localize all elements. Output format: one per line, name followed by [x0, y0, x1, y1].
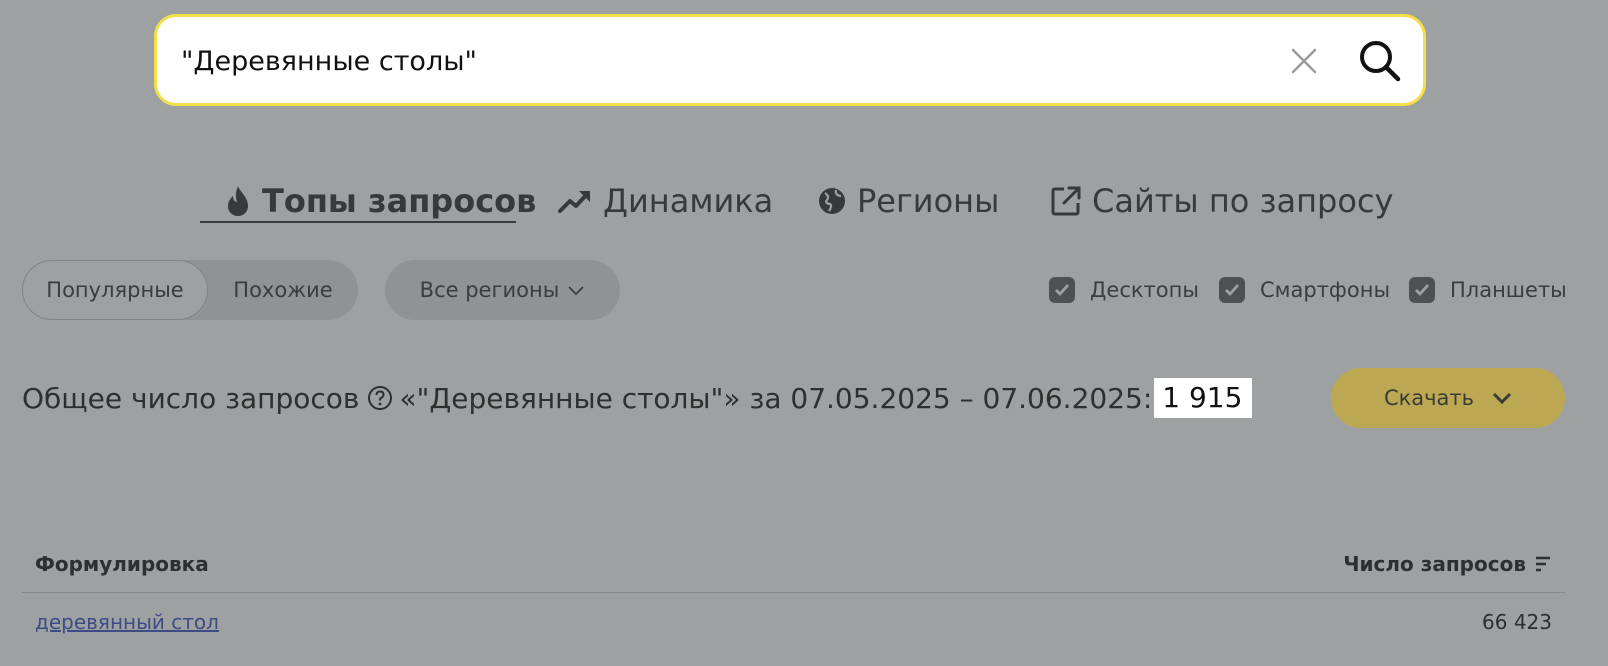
- search-icon: [1360, 41, 1401, 82]
- column-header-label: Число запросов: [1343, 552, 1526, 576]
- external-link-icon: [1051, 186, 1081, 216]
- checkbox-checked-icon: [1049, 277, 1075, 303]
- question-circle-icon[interactable]: [367, 385, 393, 411]
- download-button[interactable]: Скачать: [1331, 368, 1565, 428]
- chevron-down-icon: [1492, 392, 1512, 404]
- checkbox-desktop[interactable]: Десктопы: [1049, 275, 1199, 305]
- trend-up-icon: [558, 191, 590, 213]
- globe-icon: [819, 188, 845, 214]
- tab-label: Динамика: [603, 182, 774, 220]
- phrase-link[interactable]: деревянный стол: [35, 610, 219, 634]
- search-input[interactable]: [181, 43, 1231, 79]
- column-header-count[interactable]: Число запросов: [1343, 552, 1552, 576]
- tab-top-queries[interactable]: Топы запросов: [224, 176, 536, 226]
- sort-icon: [1536, 556, 1550, 572]
- segment-similar[interactable]: Похожие: [208, 260, 358, 320]
- tab-dynamics[interactable]: Динамика: [557, 176, 773, 226]
- tab-label: Регионы: [857, 182, 1000, 220]
- fire-icon: [228, 186, 248, 216]
- total-suffix: «"Деревянные столы"» за 07.05.2025 – 07.…: [399, 381, 1153, 415]
- query-type-switch: Популярные Похожие: [22, 260, 358, 320]
- checkbox-checked-icon: [1409, 277, 1435, 303]
- segment-popular[interactable]: Популярные: [22, 260, 208, 320]
- column-header-phrase: Формулировка: [35, 552, 209, 576]
- total-prefix: Общее число запросов: [22, 381, 360, 415]
- checkbox-smartphone[interactable]: Смартфоны: [1219, 275, 1390, 305]
- close-icon: [1291, 48, 1317, 74]
- chevron-down-icon: [568, 286, 584, 296]
- download-label: Скачать: [1383, 386, 1475, 410]
- checkbox-label: Планшеты: [1450, 278, 1567, 302]
- region-label: Все регионы: [419, 278, 560, 302]
- region-select[interactable]: Все регионы: [385, 260, 620, 320]
- tab-regions[interactable]: Регионы: [817, 176, 999, 226]
- tab-label: Сайты по запросу: [1092, 182, 1394, 220]
- segment-label: Популярные: [46, 278, 184, 302]
- total-queries-line: Общее число запросов «"Деревянные столы"…: [22, 376, 1253, 420]
- active-tab-underline: [200, 221, 516, 223]
- search-button[interactable]: [1358, 39, 1402, 83]
- checkbox-tablet[interactable]: Планшеты: [1409, 275, 1567, 305]
- tab-label: Топы запросов: [262, 182, 537, 220]
- tab-sites[interactable]: Сайты по запросу: [1050, 176, 1393, 226]
- checkbox-label: Десктопы: [1090, 278, 1199, 302]
- table-divider: [22, 592, 1565, 593]
- search-bar: [154, 14, 1426, 106]
- clear-search-button[interactable]: [1286, 43, 1322, 79]
- query-count: 66 423: [1482, 610, 1552, 634]
- checkbox-label: Смартфоны: [1260, 278, 1391, 302]
- segment-label: Похожие: [233, 278, 333, 302]
- total-count: 1 915: [1154, 378, 1253, 418]
- checkbox-checked-icon: [1219, 277, 1245, 303]
